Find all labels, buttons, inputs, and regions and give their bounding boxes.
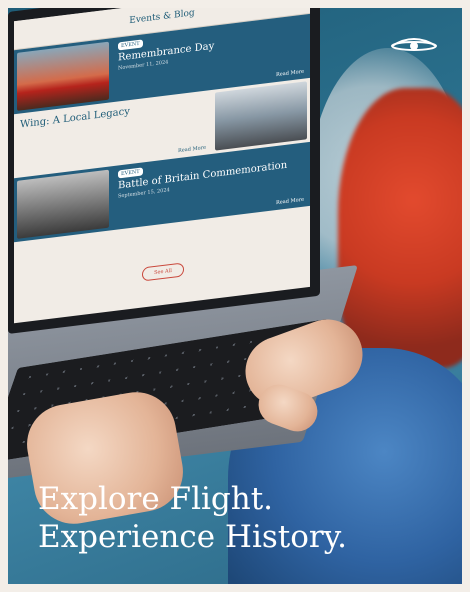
poppy-photo — [17, 41, 109, 111]
laptop-screen: Events & Blog EVENT Remembrance Day Nove… — [14, 8, 310, 324]
headline: Explore Flight. Experience History. — [38, 480, 347, 556]
person-red-hood — [338, 88, 462, 368]
crowd-photo — [215, 81, 307, 151]
see-all-button[interactable]: See All — [142, 262, 184, 282]
historic-photo — [17, 169, 109, 239]
hero-poster: Events & Blog EVENT Remembrance Day Nove… — [8, 8, 462, 584]
headline-line-2: Experience History. — [38, 519, 347, 555]
laptop-lid: Events & Blog EVENT Remembrance Day Nove… — [8, 8, 320, 334]
headline-line-1: Explore Flight. — [38, 481, 274, 517]
propeller-logo-icon — [391, 38, 437, 51]
